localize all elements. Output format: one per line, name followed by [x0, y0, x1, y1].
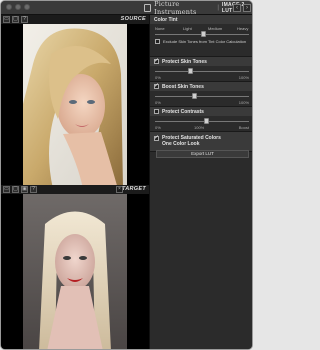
- source-image[interactable]: [23, 24, 127, 189]
- app-name: Picture Instruments: [154, 0, 197, 16]
- fit-view-icon[interactable]: ▭: [3, 16, 10, 23]
- export-lut-button[interactable]: Export LUT: [156, 150, 249, 158]
- exclude-skin-option[interactable]: Exclude Skin Tones from Tint Color Calcu…: [150, 37, 252, 46]
- protect-saturated-section: Protect Saturated Colors One Color Look: [150, 132, 252, 152]
- slider-track: [155, 121, 249, 122]
- help-icon[interactable]: ?: [30, 186, 37, 193]
- tint-scale-labels: None Light Medium Heavy: [150, 24, 252, 31]
- color-tint-header: Color Tint: [150, 15, 252, 24]
- protect-contrasts-checkbox[interactable]: [154, 109, 159, 114]
- range-max: 100%: [238, 75, 249, 80]
- protect-saturated-checkbox[interactable]: [154, 134, 159, 141]
- range-min: 0%: [155, 100, 161, 105]
- slider-track: [155, 96, 249, 97]
- next-button[interactable]: ›: [243, 4, 251, 12]
- protect-skin-section: Protect Skin Tones 0% 100%: [150, 57, 252, 82]
- app-window: Picture Instruments | IMAGE 2 LUT ‹ › ▭ …: [0, 0, 253, 350]
- minimize-window-button[interactable]: [15, 4, 21, 10]
- target-image[interactable]: [23, 194, 127, 349]
- protect-saturated-header[interactable]: Protect Saturated Colors One Color Look: [150, 132, 252, 147]
- color-tint-title: Color Tint: [154, 16, 178, 23]
- boost-skin-section: Boost Skin Tones 0% 100%: [150, 82, 252, 107]
- protect-skin-header[interactable]: Protect Skin Tones: [150, 57, 252, 66]
- boost-skin-header[interactable]: Boost Skin Tones: [150, 82, 252, 91]
- protect-saturated-title: Protect Saturated Colors One Color Look: [162, 135, 221, 147]
- protect-skin-title: Protect Skin Tones: [162, 58, 207, 65]
- help-icon[interactable]: ?: [21, 16, 28, 23]
- exclude-skin-checkbox[interactable]: [155, 39, 160, 44]
- close-window-button[interactable]: [6, 4, 12, 10]
- zoom-window-button[interactable]: [24, 4, 30, 10]
- exclude-skin-label: Exclude Skin Tones from Tint Color Calcu…: [163, 39, 247, 44]
- source-portrait-graphic: [23, 24, 127, 189]
- protect-saturated-line2: One Color Look: [162, 141, 200, 147]
- range-min: 0%: [155, 75, 161, 80]
- actual-size-icon[interactable]: ▢: [12, 186, 19, 193]
- color-tint-slider[interactable]: [155, 31, 249, 37]
- target-label: TARGET: [121, 186, 146, 192]
- target-toolbar: ▭ ▢ ▣ ? × TARGET: [1, 185, 149, 194]
- protect-contrasts-header[interactable]: Protect Contrasts: [150, 107, 252, 116]
- boost-skin-checkbox[interactable]: [154, 82, 159, 89]
- app-logo-icon: [144, 4, 152, 12]
- color-tint-section: Color Tint None Light Medium Heavy Exclu…: [150, 15, 252, 57]
- range-mid: 100%: [194, 125, 205, 130]
- source-label: SOURCE: [120, 16, 146, 22]
- range-max: Boost: [238, 125, 249, 130]
- actual-size-icon[interactable]: ▢: [12, 16, 19, 23]
- window-controls: [6, 4, 30, 10]
- protect-skin-range: 0% 100%: [150, 74, 252, 81]
- target-portrait-graphic: [23, 194, 127, 349]
- range-max: 100%: [238, 100, 249, 105]
- slider-track: [155, 71, 249, 72]
- protect-skin-checkbox[interactable]: [154, 57, 159, 64]
- title-bar: Picture Instruments | IMAGE 2 LUT ‹ ›: [1, 0, 252, 16]
- source-toolbar: ▭ ▢ ? SOURCE: [1, 15, 149, 24]
- brand-separator: |: [217, 5, 219, 11]
- slider-knob[interactable]: [201, 31, 207, 37]
- image-panes: ▭ ▢ ? SOURCE ▭ ▢ ▣ ? × TARGET: [1, 15, 149, 349]
- settings-panel: Color Tint None Light Medium Heavy Exclu…: [149, 15, 252, 349]
- fit-view-icon[interactable]: ▭: [3, 186, 10, 193]
- protect-contrasts-title: Protect Contrasts: [162, 108, 204, 115]
- protect-contrasts-section: Protect Contrasts 0% 100% Boost: [150, 107, 252, 132]
- compare-icon[interactable]: ▣: [21, 186, 28, 193]
- protect-contrasts-range: 0% 100% Boost: [150, 124, 252, 131]
- boost-skin-range: 0% 100%: [150, 99, 252, 106]
- prev-button[interactable]: ‹: [233, 4, 241, 12]
- range-min: 0%: [155, 125, 161, 130]
- boost-skin-title: Boost Skin Tones: [162, 83, 204, 90]
